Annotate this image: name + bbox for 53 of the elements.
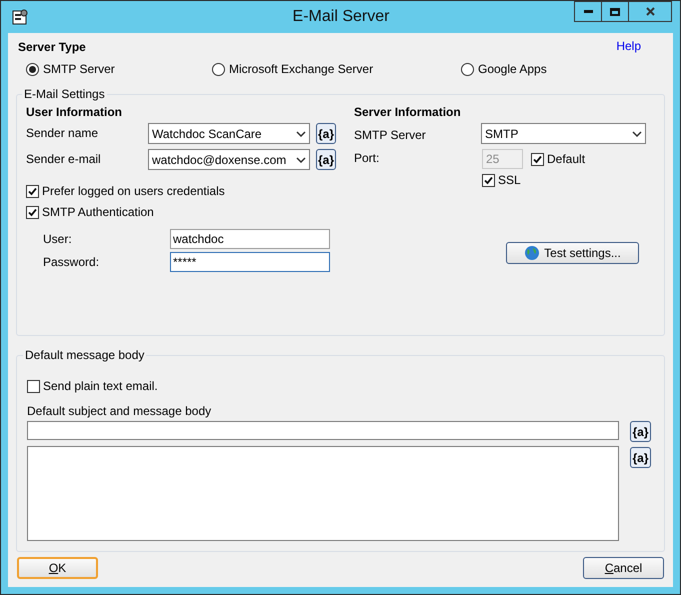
minimize-button[interactable] <box>574 1 602 22</box>
checkbox[interactable] <box>26 184 39 198</box>
checkbox-label: Send plain text email. <box>43 378 158 395</box>
checkbox-label: Default <box>547 151 586 168</box>
insert-variable-button[interactable]: {a} <box>316 123 336 144</box>
ok-button[interactable]: OK <box>17 557 98 579</box>
maximize-button[interactable] <box>602 1 629 22</box>
section-heading: Server Information <box>354 104 462 119</box>
insert-variable-button[interactable]: {a} <box>630 421 651 442</box>
radio-button[interactable] <box>461 62 474 76</box>
group-title: E-Mail Settings <box>23 86 106 103</box>
field-label: Default subject and message body <box>27 403 212 420</box>
insert-variable-button[interactable]: {a} <box>316 149 336 170</box>
checkbox[interactable] <box>482 174 495 186</box>
checkbox-label: SSL <box>498 172 521 189</box>
radio-label: Microsoft Exchange Server <box>229 61 374 78</box>
close-icon <box>646 7 654 16</box>
subject-field[interactable] <box>27 421 619 440</box>
section-heading: Server Type <box>18 39 86 55</box>
group-title: Default message body <box>24 347 146 364</box>
checkbox-label: SMTP Authentication <box>42 204 154 221</box>
chevron-down-icon <box>296 156 306 162</box>
dropdown[interactable]: watchdoc@doxense.com <box>148 149 310 170</box>
user-field[interactable]: watchdoc <box>170 228 330 248</box>
field-label: Sender e-mail <box>26 151 102 168</box>
checkbox[interactable] <box>26 206 39 218</box>
chevron-down-icon <box>632 130 642 136</box>
section-heading: User Information <box>26 104 124 119</box>
window-title: E-Mail Server <box>292 7 390 27</box>
radio-button[interactable] <box>26 62 39 76</box>
help-link[interactable]: Help <box>616 37 641 55</box>
dropdown[interactable]: Watchdoc ScanCare <box>148 123 310 144</box>
radio-label: SMTP Server <box>43 61 115 78</box>
checkbox[interactable] <box>27 380 40 392</box>
test-settings-button[interactable]: Test settings... <box>506 242 639 264</box>
field-label: SMTP Server <box>354 127 427 144</box>
field-label: Sender name <box>26 125 100 142</box>
checkbox[interactable] <box>531 152 544 166</box>
password-field[interactable]: ***** <box>170 252 330 272</box>
field-label: User: <box>43 230 73 248</box>
globe-icon <box>524 245 540 261</box>
field-label: Port: <box>354 150 380 166</box>
insert-variable-button[interactable]: {a} <box>630 447 651 468</box>
message-body-field[interactable] <box>27 446 619 541</box>
checkbox-label: Prefer logged on users credentials <box>42 183 225 200</box>
radio-button[interactable] <box>212 62 225 76</box>
close-button[interactable] <box>629 1 672 22</box>
field-label: Password: <box>43 254 100 270</box>
radio-label: Google Apps <box>478 61 547 78</box>
dropdown[interactable]: SMTP <box>481 123 646 144</box>
cancel-button[interactable]: Cancel <box>583 557 664 579</box>
settings-window-icon <box>11 8 29 26</box>
chevron-down-icon <box>296 130 306 136</box>
